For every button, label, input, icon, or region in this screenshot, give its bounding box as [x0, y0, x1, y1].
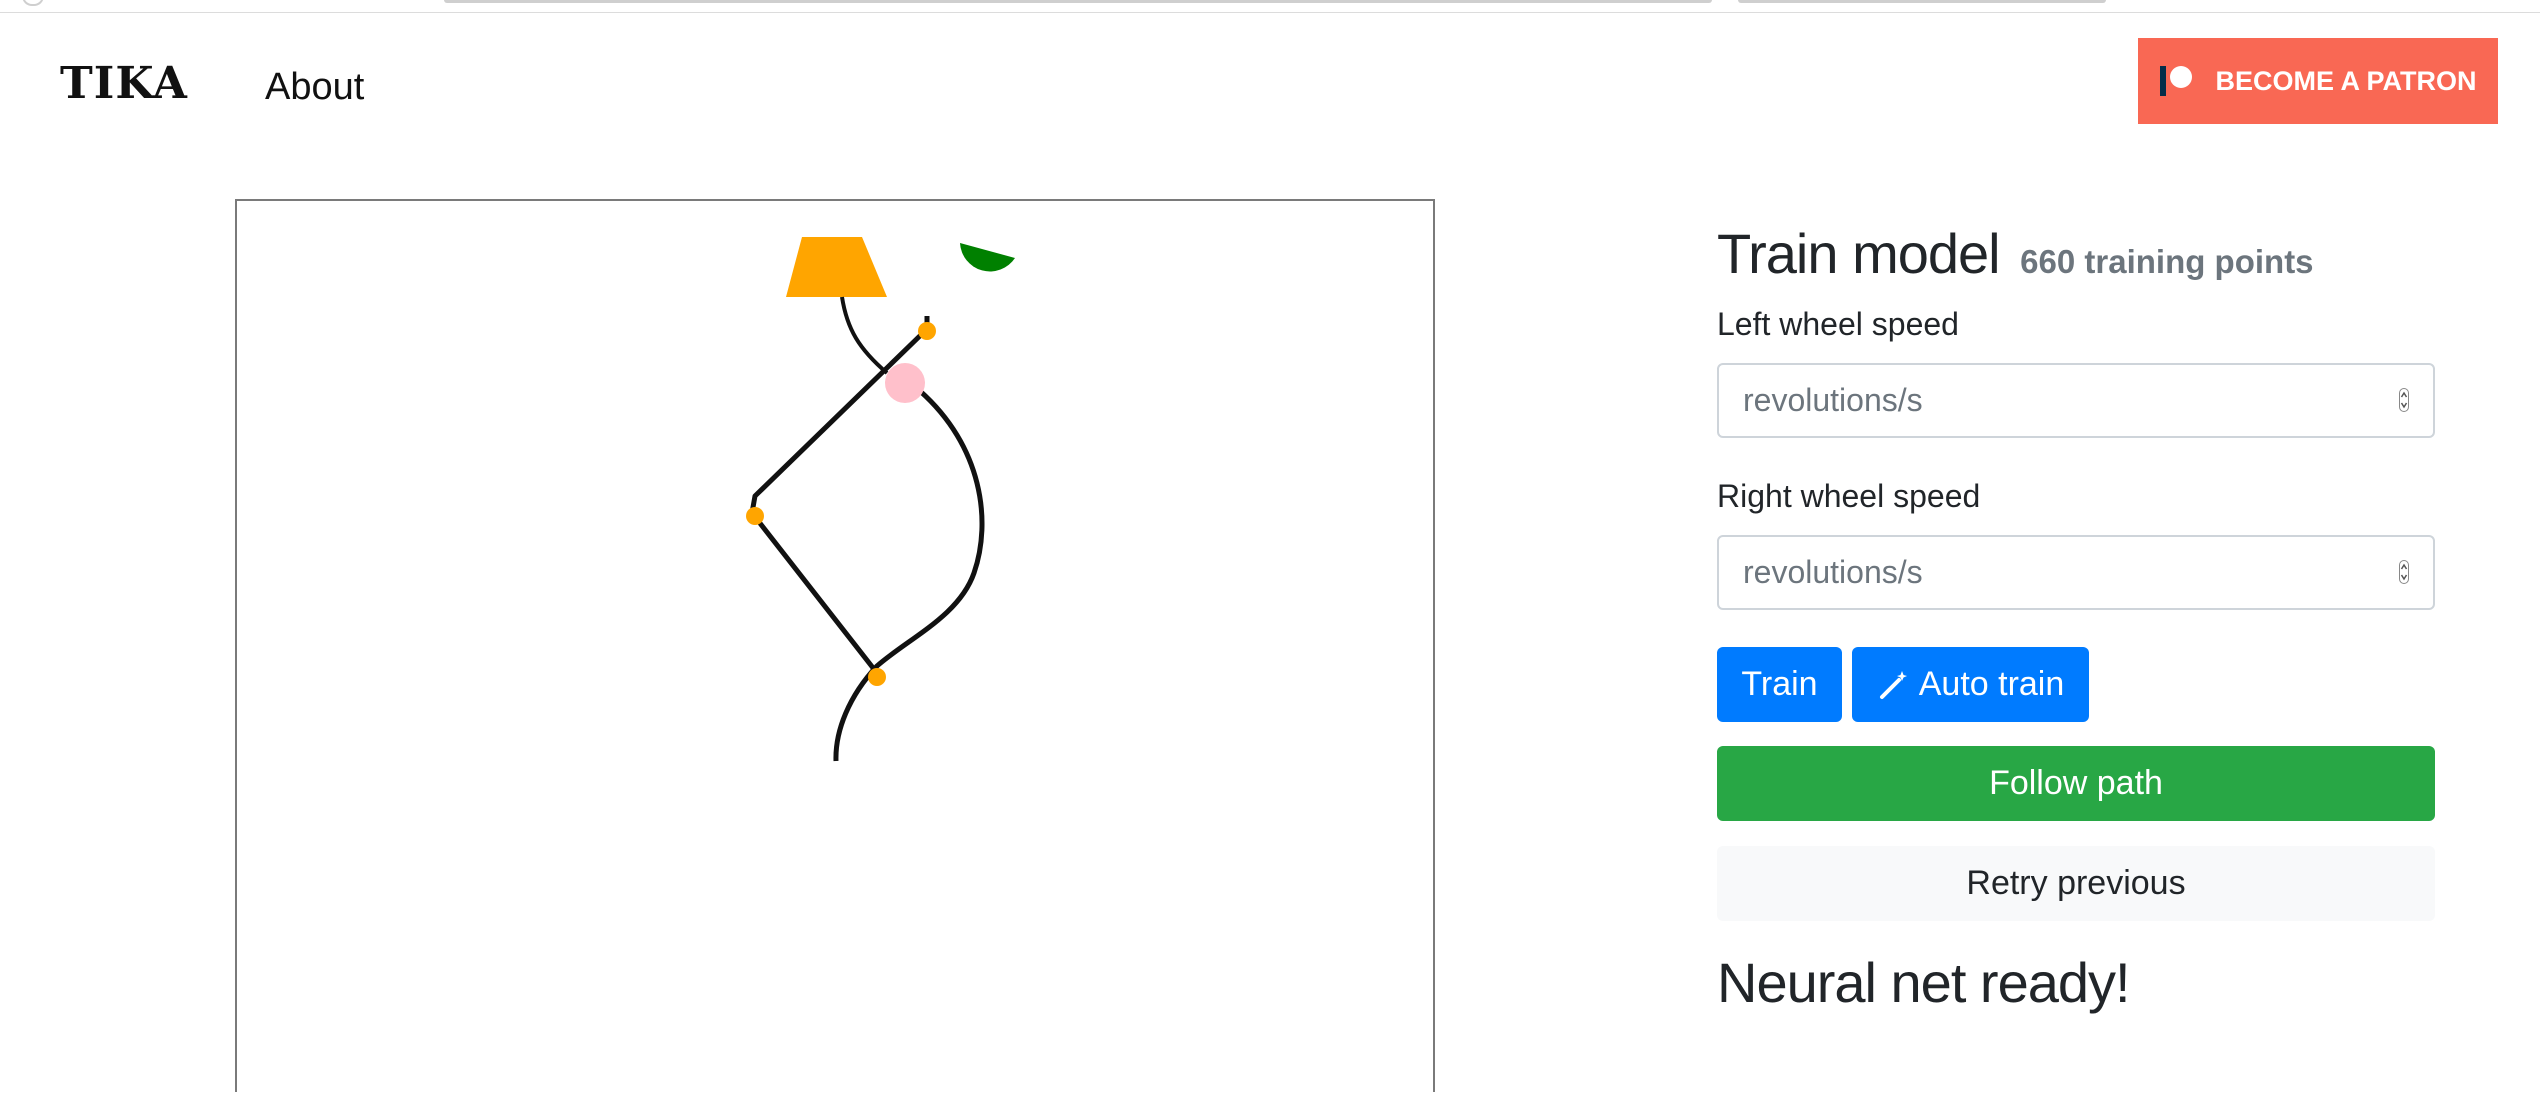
status-message: Neural net ready!: [1717, 951, 2131, 1014]
simulation-drawing: [746, 237, 1015, 762]
become-patron-button[interactable]: BECOME A PATRON: [2138, 38, 2498, 124]
auto-train-button[interactable]: Auto train: [1852, 647, 2089, 722]
panel-title-text: Train model: [1717, 222, 2001, 285]
target-tether-line: [840, 296, 889, 375]
become-patron-label: BECOME A PATRON: [2215, 65, 2477, 96]
train-model-panel: Train model 660 training points Left whe…: [1717, 220, 2435, 1014]
robot-icon: [960, 243, 1015, 272]
right-wheel-speed-label: Right wheel speed: [1717, 478, 1981, 514]
patreon-icon: [2159, 66, 2194, 96]
browser-top-strip: [0, 0, 2540, 13]
robot-position-marker: [885, 363, 925, 403]
left-wheel-speed-input[interactable]: [1717, 363, 2435, 438]
magic-wand-icon: [1879, 670, 1907, 699]
left-wheel-speed-label: Left wheel speed: [1717, 306, 1959, 342]
brand-logo[interactable]: TIKA: [60, 58, 188, 109]
browser-tab-bar-secondary: [1738, 0, 2106, 3]
follow-path-button[interactable]: Follow path: [1717, 746, 2435, 821]
target-shape: [786, 237, 887, 297]
waypoint: [918, 322, 936, 340]
waypoint: [746, 507, 764, 525]
panel-title: Train model 660 training points: [1717, 220, 2435, 287]
simulation-canvas[interactable]: [235, 199, 1435, 1092]
train-button[interactable]: Train: [1717, 647, 1842, 722]
browser-control-icon: [22, 0, 44, 6]
waypoint: [868, 668, 886, 686]
auto-train-label: Auto train: [1918, 665, 2065, 703]
training-points-count: 660 training points: [2020, 243, 2314, 280]
right-wheel-speed-input[interactable]: [1717, 535, 2435, 610]
browser-tab-bar: [444, 0, 1712, 3]
robot-trajectory: [833, 389, 985, 762]
nav-about-link[interactable]: About: [265, 66, 364, 109]
retry-previous-button[interactable]: Retry previous: [1717, 846, 2435, 921]
